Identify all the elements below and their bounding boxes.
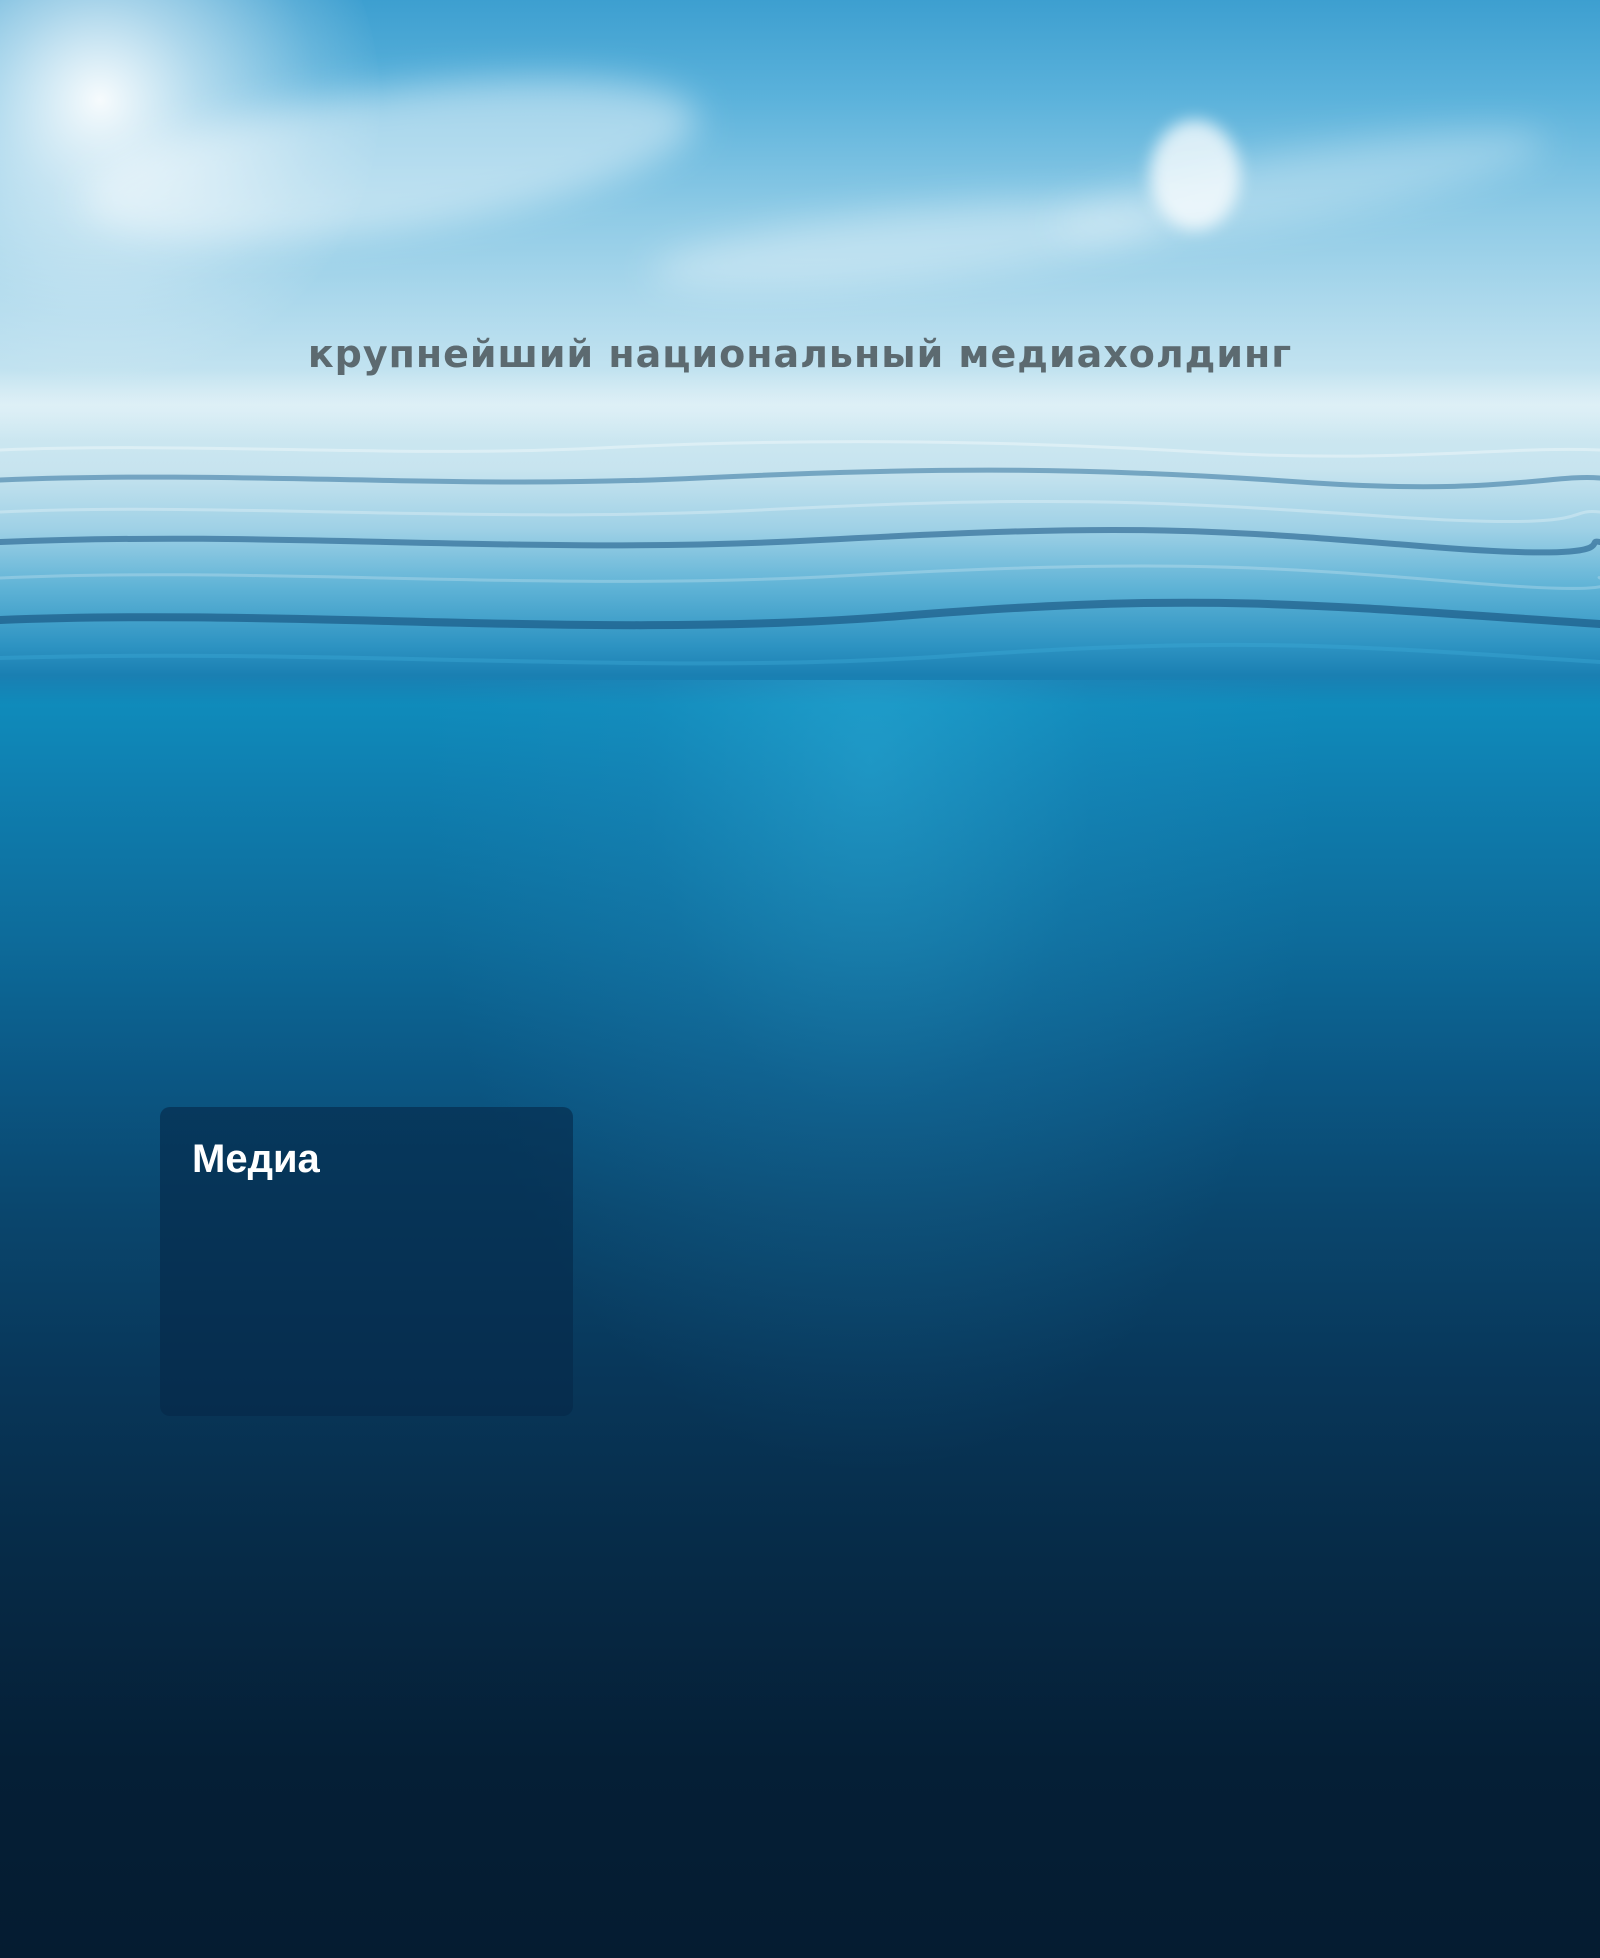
sun-glow [0,0,380,380]
cloud [1047,107,1553,263]
horizon-haze [0,370,1600,440]
water-surface-ripples [0,440,1600,666]
cloud [647,183,1173,307]
hero-section: крупнейший национальный медиахолдинг Мед… [0,0,1600,1958]
media-card[interactable]: Медиа [160,1107,573,1416]
cloud [73,47,707,273]
hero-tagline: крупнейший национальный медиахолдинг [307,332,1293,376]
cloud [1150,120,1240,230]
media-card-title: Медиа [192,1137,320,1181]
